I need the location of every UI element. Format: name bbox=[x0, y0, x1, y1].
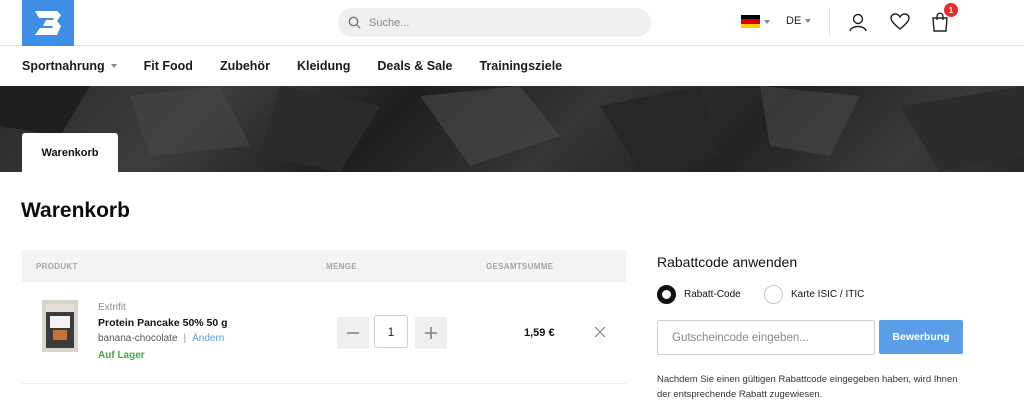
radio-selected-icon[interactable] bbox=[657, 285, 676, 304]
nav-item-label: Deals & Sale bbox=[377, 59, 453, 73]
banner-texture bbox=[0, 86, 1024, 172]
hero-banner bbox=[0, 86, 1024, 172]
nav-item-kleidung[interactable]: Kleidung bbox=[297, 59, 350, 73]
product-package-image bbox=[46, 304, 74, 348]
nav-item-label: Zubehör bbox=[219, 59, 270, 73]
radio-label: Karte ISIC / ITIC bbox=[791, 289, 865, 300]
nav-item-label: Sportnahrung bbox=[22, 59, 105, 73]
radio-option-isic-card[interactable]: Karte ISIC / ITIC bbox=[764, 285, 864, 304]
minus-icon bbox=[347, 332, 359, 334]
product-variant: banana-chocolate | Ändern bbox=[98, 333, 224, 344]
close-icon bbox=[594, 326, 606, 338]
cart-count-badge: 1 bbox=[944, 3, 958, 17]
country-selector[interactable] bbox=[741, 15, 770, 28]
radio-option-discount-code[interactable]: Rabatt-Code bbox=[657, 285, 741, 304]
line-total: 1,59 € bbox=[524, 327, 555, 339]
main-navigation: Sportnahrung Fit Food Zubehör Kleidung D… bbox=[22, 58, 589, 74]
variant-divider: | bbox=[183, 333, 187, 344]
chevron-down-icon bbox=[764, 19, 770, 24]
brand-logo[interactable] bbox=[22, 0, 74, 46]
wishlist-button[interactable] bbox=[889, 11, 911, 33]
header-divider bbox=[829, 8, 830, 37]
language-label: DE bbox=[786, 15, 802, 27]
nav-item-label: Fit Food bbox=[143, 59, 193, 73]
logo-b-icon bbox=[35, 11, 61, 35]
plus-icon bbox=[425, 327, 437, 339]
account-button[interactable] bbox=[847, 11, 869, 33]
change-variant-link[interactable]: Ändern bbox=[192, 333, 224, 344]
product-brand: Extrifit bbox=[98, 302, 126, 313]
nav-item-deals-sale[interactable]: Deals & Sale bbox=[377, 59, 452, 73]
product-name[interactable]: Protein Pancake 50% 50 g bbox=[98, 317, 228, 329]
search-bar[interactable] bbox=[338, 8, 651, 37]
coupon-code-input[interactable] bbox=[657, 320, 875, 355]
cart-row: Extrifit Protein Pancake 50% 50 g banana… bbox=[22, 282, 626, 384]
nav-item-trainingsziele[interactable]: Trainingsziele bbox=[479, 59, 562, 73]
radio-unselected-icon[interactable] bbox=[764, 285, 783, 304]
coupon-title: Rabattcode anwenden bbox=[657, 254, 798, 270]
product-thumbnail[interactable] bbox=[42, 300, 78, 352]
increase-quantity-button[interactable] bbox=[415, 317, 447, 349]
radio-label: Rabatt-Code bbox=[684, 289, 741, 300]
chevron-down-icon bbox=[110, 64, 117, 68]
heart-icon bbox=[890, 13, 910, 30]
nav-item-zubehoer[interactable]: Zubehör bbox=[220, 59, 270, 73]
column-header-product: PRODUKT bbox=[36, 262, 78, 271]
language-selector[interactable]: DE bbox=[786, 15, 812, 27]
nav-item-sportnahrung[interactable]: Sportnahrung bbox=[22, 59, 117, 73]
apply-coupon-button[interactable]: Bewerbung bbox=[879, 320, 963, 354]
page-title: Warenkorb bbox=[21, 199, 130, 222]
decrease-quantity-button[interactable] bbox=[337, 317, 369, 349]
column-header-quantity: MENGE bbox=[326, 262, 357, 271]
nav-item-fit-food[interactable]: Fit Food bbox=[144, 59, 193, 73]
site-header: DE 1 bbox=[0, 0, 1024, 46]
user-icon bbox=[849, 13, 867, 32]
chevron-down-icon bbox=[805, 19, 812, 23]
tab-warenkorb[interactable]: Warenkorb bbox=[22, 133, 118, 172]
variant-label: banana-chocolate bbox=[98, 333, 178, 344]
stock-status: Auf Lager bbox=[98, 350, 145, 361]
nav-item-label: Kleidung bbox=[296, 59, 351, 73]
column-header-total: GESAMTSUMME bbox=[486, 262, 554, 271]
coupon-hint-text: Nachdem Sie einen gültigen Rabattcode ei… bbox=[657, 374, 958, 400]
cart-table-header: PRODUKT MENGE GESAMTSUMME bbox=[22, 250, 626, 282]
quantity-input[interactable]: 1 bbox=[374, 315, 408, 348]
search-input[interactable] bbox=[369, 16, 629, 29]
remove-item-button[interactable] bbox=[594, 325, 606, 338]
search-icon bbox=[348, 16, 361, 29]
nav-item-label: Trainingsziele bbox=[479, 59, 563, 73]
germany-flag-icon bbox=[741, 15, 760, 28]
